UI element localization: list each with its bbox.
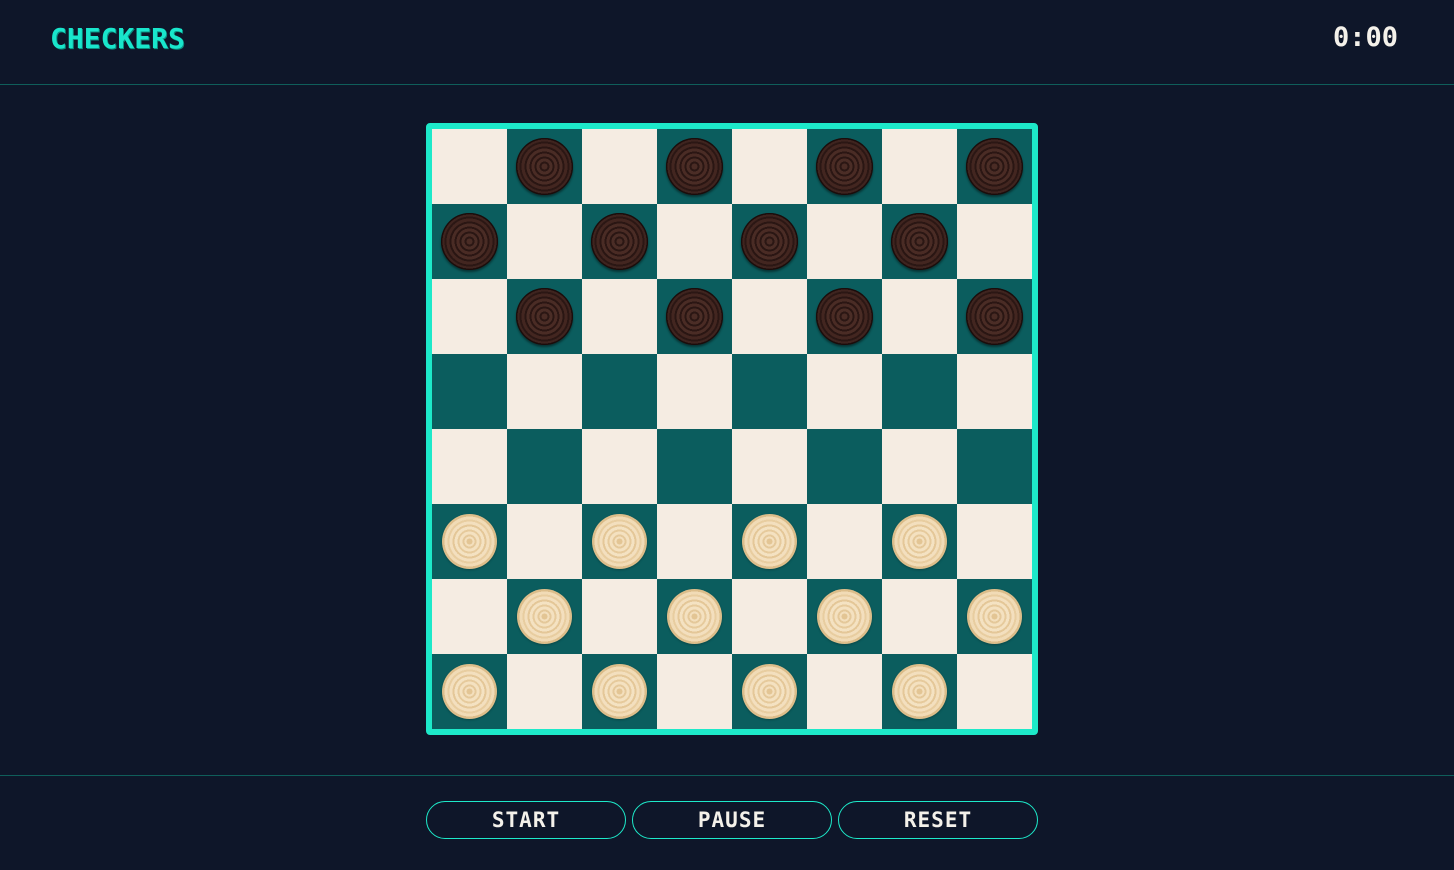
board-square[interactable] [957,129,1032,204]
header-bar: CHECKERS 0:00 [0,0,1454,85]
dark-checker-piece[interactable] [816,138,873,195]
board-square[interactable] [882,504,957,579]
board-square[interactable] [882,204,957,279]
board-square[interactable] [732,204,807,279]
board-square[interactable] [807,204,882,279]
board-square[interactable] [582,504,657,579]
light-checker-piece[interactable] [967,589,1022,644]
board-square[interactable] [957,654,1032,729]
board-square[interactable] [957,354,1032,429]
board-square[interactable] [807,129,882,204]
board-square[interactable] [582,354,657,429]
light-checker-piece[interactable] [742,664,797,719]
checkers-app: CHECKERS 0:00 START PAUSE RESET [0,0,1454,870]
board-square[interactable] [957,204,1032,279]
board-square[interactable] [507,129,582,204]
dark-checker-piece[interactable] [441,213,498,270]
light-checker-piece[interactable] [442,664,497,719]
board-square[interactable] [957,279,1032,354]
light-checker-piece[interactable] [892,664,947,719]
dark-checker-piece[interactable] [516,138,573,195]
light-checker-piece[interactable] [892,514,947,569]
board-square[interactable] [807,354,882,429]
board-square[interactable] [882,354,957,429]
light-checker-piece[interactable] [592,664,647,719]
board-square[interactable] [432,354,507,429]
board-square[interactable] [657,354,732,429]
dark-checker-piece[interactable] [741,213,798,270]
board-square[interactable] [582,429,657,504]
board-square[interactable] [582,579,657,654]
board-square[interactable] [807,654,882,729]
board-square[interactable] [807,579,882,654]
reset-button[interactable]: RESET [838,801,1038,839]
light-checker-piece[interactable] [517,589,572,644]
dark-checker-piece[interactable] [816,288,873,345]
light-checker-piece[interactable] [442,514,497,569]
light-checker-piece[interactable] [817,589,872,644]
dark-checker-piece[interactable] [516,288,573,345]
board-square[interactable] [807,279,882,354]
board-square[interactable] [882,279,957,354]
board-square[interactable] [732,429,807,504]
board-square[interactable] [807,504,882,579]
board-square[interactable] [657,429,732,504]
board-square[interactable] [657,204,732,279]
board-square[interactable] [507,279,582,354]
board-square[interactable] [882,429,957,504]
board-square[interactable] [507,204,582,279]
board-square[interactable] [657,279,732,354]
board-square[interactable] [432,654,507,729]
board-square[interactable] [882,129,957,204]
board-square[interactable] [657,579,732,654]
board-square[interactable] [732,279,807,354]
dark-checker-piece[interactable] [666,138,723,195]
board-square[interactable] [657,504,732,579]
board-square[interactable] [732,654,807,729]
board-square[interactable] [432,579,507,654]
board-square[interactable] [432,129,507,204]
dark-checker-piece[interactable] [966,138,1023,195]
board-square[interactable] [732,129,807,204]
board-square[interactable] [432,429,507,504]
board-square[interactable] [507,654,582,729]
board-square[interactable] [882,654,957,729]
light-checker-piece[interactable] [592,514,647,569]
board-square[interactable] [957,429,1032,504]
dark-checker-piece[interactable] [966,288,1023,345]
board-square[interactable] [657,129,732,204]
board-square[interactable] [582,654,657,729]
board-square[interactable] [582,129,657,204]
dark-checker-piece[interactable] [591,213,648,270]
board-square[interactable] [732,579,807,654]
board-square[interactable] [432,504,507,579]
checkers-board [432,129,1032,729]
start-button[interactable]: START [426,801,626,839]
board-square[interactable] [732,504,807,579]
board-square[interactable] [507,579,582,654]
board-square[interactable] [432,204,507,279]
controls-bar: START PAUSE RESET [0,775,1454,870]
board-square[interactable] [807,429,882,504]
light-checker-piece[interactable] [667,589,722,644]
board-square[interactable] [582,279,657,354]
game-title: CHECKERS [50,22,185,55]
board-square[interactable] [507,429,582,504]
board-square[interactable] [657,654,732,729]
dark-checker-piece[interactable] [891,213,948,270]
board-frame [426,123,1038,735]
board-square[interactable] [882,579,957,654]
game-timer: 0:00 [1332,22,1398,53]
light-checker-piece[interactable] [742,514,797,569]
board-square[interactable] [957,579,1032,654]
pause-button[interactable]: PAUSE [632,801,832,839]
board-square[interactable] [957,504,1032,579]
board-square[interactable] [432,279,507,354]
board-square[interactable] [507,504,582,579]
board-square[interactable] [507,354,582,429]
board-square[interactable] [582,204,657,279]
dark-checker-piece[interactable] [666,288,723,345]
board-square[interactable] [732,354,807,429]
